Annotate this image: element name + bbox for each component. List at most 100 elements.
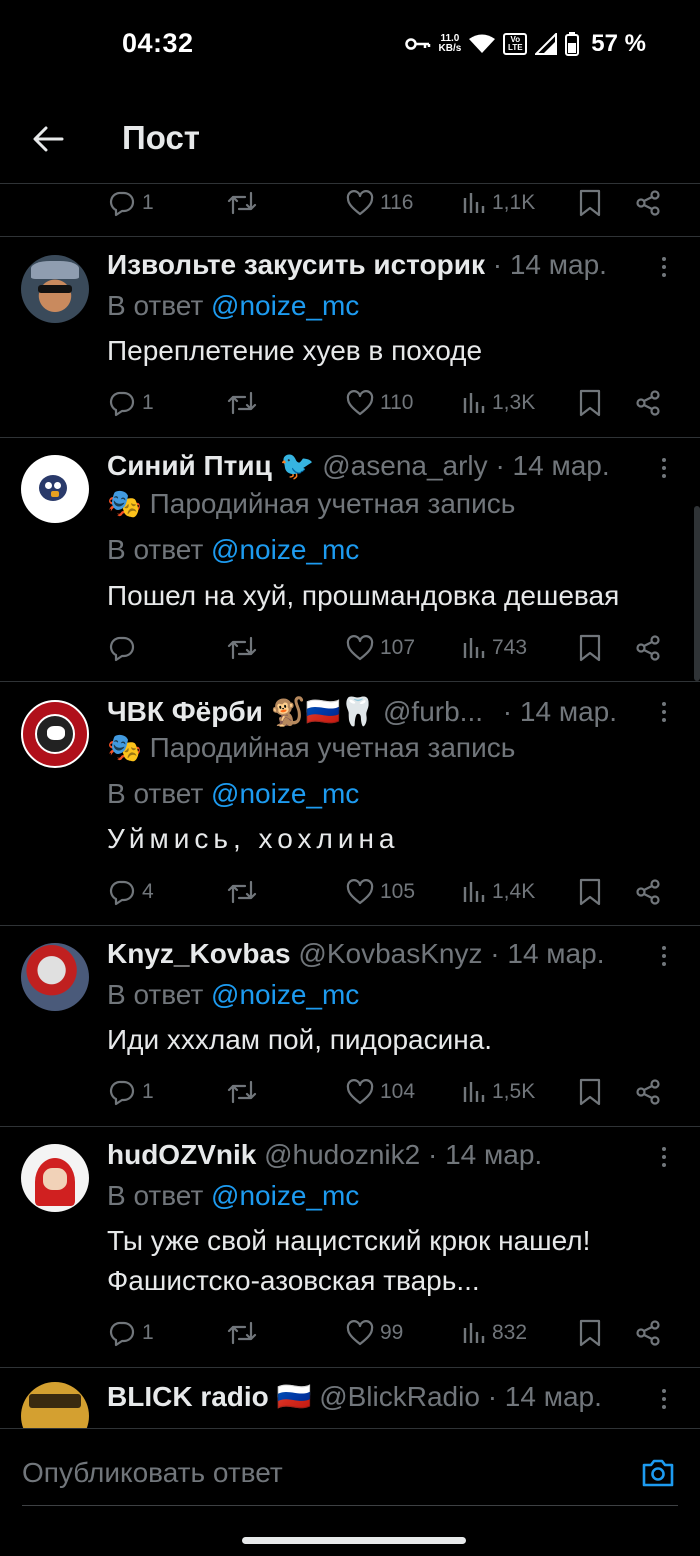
tweet-actions: 1 110 1,3K xyxy=(108,383,668,423)
more-options-button[interactable] xyxy=(652,453,676,483)
display-name[interactable]: ЧВК Фёрби 🐒🇷🇺🦷 xyxy=(107,696,375,727)
parody-label: 🎭 Пародийная учетная запись xyxy=(107,488,516,519)
retweet-button[interactable] xyxy=(226,183,258,223)
tweet-text: Пошел на хуй, прошмандовка дешевая xyxy=(107,580,620,611)
like-button[interactable]: 110 xyxy=(346,383,413,423)
share-button[interactable] xyxy=(634,1072,662,1112)
retweet-icon xyxy=(227,391,257,415)
tweet-date[interactable]: · 14 мар. xyxy=(488,1381,602,1412)
mention-link[interactable]: @noize_mc xyxy=(211,534,359,565)
retweet-button[interactable] xyxy=(226,1072,258,1112)
avatar[interactable] xyxy=(21,1382,89,1428)
views-button[interactable]: 1,5K xyxy=(462,1072,535,1112)
handle[interactable]: @KovbasKnyz xyxy=(298,938,482,969)
more-options-button[interactable] xyxy=(652,697,676,727)
bookmark-icon xyxy=(579,389,601,417)
handle[interactable]: @hudoznik2 xyxy=(264,1139,420,1170)
reply-tweet[interactable]: Knyz_Kovbas @KovbasKnyz · 14 мар. В отве… xyxy=(0,926,700,1126)
views-chart-icon xyxy=(463,638,485,658)
signal-icon xyxy=(535,33,558,55)
camera-button[interactable] xyxy=(640,1455,676,1491)
like-button[interactable]: 116 xyxy=(346,183,413,223)
tweet-date[interactable]: · 14 мар. xyxy=(490,938,604,969)
like-button[interactable]: 99 xyxy=(346,1313,403,1353)
views-button[interactable]: 743 xyxy=(462,628,527,668)
display-name[interactable]: Knyz_Kovbas xyxy=(107,938,291,969)
reply-context: В ответ @noize_mc xyxy=(107,1180,360,1211)
like-button[interactable]: 105 xyxy=(346,872,415,912)
views-button[interactable]: 1,1K xyxy=(462,183,535,223)
reply-tweet[interactable]: Синий Птиц 🐦 @asena_arly · 14 мар. 🎭 Пар… xyxy=(0,438,700,682)
handle[interactable]: @asena_arly xyxy=(322,450,487,481)
avatar[interactable] xyxy=(21,255,89,323)
like-button[interactable]: 104 xyxy=(346,1072,415,1112)
home-indicator[interactable] xyxy=(242,1537,466,1544)
bookmark-button[interactable] xyxy=(578,183,602,223)
views-chart-icon xyxy=(463,1082,485,1102)
mention-link[interactable]: @noize_mc xyxy=(211,778,359,809)
views-button[interactable]: 1,3K xyxy=(462,383,535,423)
reply-composer: Опубликовать ответ xyxy=(0,1428,700,1556)
reply-button[interactable]: 4 xyxy=(108,872,154,912)
bookmark-button[interactable] xyxy=(578,628,602,668)
share-button[interactable] xyxy=(634,1313,662,1353)
mention-link[interactable]: @noize_mc xyxy=(211,979,359,1010)
reply-button[interactable]: 1 xyxy=(108,1072,154,1112)
bookmark-icon xyxy=(579,189,601,217)
more-options-button[interactable] xyxy=(652,941,676,971)
reply-button[interactable]: 1 xyxy=(108,383,154,423)
avatar[interactable] xyxy=(21,943,89,1011)
retweet-button[interactable] xyxy=(226,1313,258,1353)
more-options-button[interactable] xyxy=(652,252,676,282)
share-button[interactable] xyxy=(634,183,662,223)
back-button[interactable] xyxy=(26,117,70,161)
share-button[interactable] xyxy=(634,872,662,912)
share-button[interactable] xyxy=(634,628,662,668)
views-button[interactable]: 1,4K xyxy=(462,872,535,912)
reply-button[interactable]: 1 xyxy=(108,1313,154,1353)
bookmark-button[interactable] xyxy=(578,383,602,423)
views-chart-icon xyxy=(463,393,485,413)
reply-tweet[interactable]: Извольте закусить историк · 14 мар. В от… xyxy=(0,237,700,437)
display-name[interactable]: hudOZVnik xyxy=(107,1139,256,1170)
tweet-date[interactable]: · 14 мар. xyxy=(493,249,607,280)
views-button[interactable]: 832 xyxy=(462,1313,527,1353)
bookmark-button[interactable] xyxy=(578,1313,602,1353)
reply-button[interactable] xyxy=(108,628,142,668)
display-name[interactable]: Извольте закусить историк xyxy=(107,249,485,280)
display-name[interactable]: Синий Птиц 🐦 xyxy=(107,450,314,481)
avatar[interactable] xyxy=(21,1144,89,1212)
net-speed: 11.0 KB/s xyxy=(438,33,462,54)
display-name[interactable]: BLICK radio 🇷🇺 xyxy=(107,1381,311,1412)
reply-button[interactable]: 1 xyxy=(108,183,154,223)
battery-level: 57 % xyxy=(591,30,646,57)
bookmark-icon xyxy=(579,1319,601,1347)
handle[interactable]: @furb... xyxy=(383,696,483,727)
reply-tweet[interactable]: BLICK radio 🇷🇺 @BlickRadio · 14 мар. xyxy=(0,1368,700,1428)
reply-input[interactable]: Опубликовать ответ xyxy=(22,1457,283,1489)
tweet-date[interactable]: · 14 мар. xyxy=(428,1139,542,1170)
retweet-button[interactable] xyxy=(226,383,258,423)
bookmark-button[interactable] xyxy=(578,872,602,912)
retweet-button[interactable] xyxy=(226,872,258,912)
tweet-date[interactable]: · 14 мар. xyxy=(495,450,609,481)
tweet-header: BLICK radio 🇷🇺 @BlickRadio · 14 мар. xyxy=(107,1378,630,1416)
tweet-header: ЧВК Фёрби 🐒🇷🇺🦷 @furb... · 14 мар. xyxy=(107,693,630,731)
reply-tweet[interactable]: hudOZVnik @hudoznik2 · 14 мар. В ответ @… xyxy=(0,1127,700,1367)
like-button[interactable]: 107 xyxy=(346,628,415,668)
share-icon xyxy=(636,1320,660,1346)
bookmark-button[interactable] xyxy=(578,1072,602,1112)
share-button[interactable] xyxy=(634,383,662,423)
scrollbar[interactable] xyxy=(694,506,700,681)
mention-link[interactable]: @noize_mc xyxy=(211,1180,359,1211)
mention-link[interactable]: @noize_mc xyxy=(211,290,359,321)
tweet-date[interactable]: · 14 мар. xyxy=(503,696,617,727)
avatar[interactable] xyxy=(21,700,89,768)
heart-icon xyxy=(346,190,374,216)
more-options-button[interactable] xyxy=(652,1142,676,1172)
retweet-button[interactable] xyxy=(226,628,258,668)
avatar[interactable] xyxy=(21,455,89,523)
handle[interactable]: @BlickRadio xyxy=(319,1381,480,1412)
more-options-button[interactable] xyxy=(652,1384,676,1414)
reply-tweet[interactable]: ЧВК Фёрби 🐒🇷🇺🦷 @furb... · 14 мар. 🎭 Паро… xyxy=(0,682,700,926)
